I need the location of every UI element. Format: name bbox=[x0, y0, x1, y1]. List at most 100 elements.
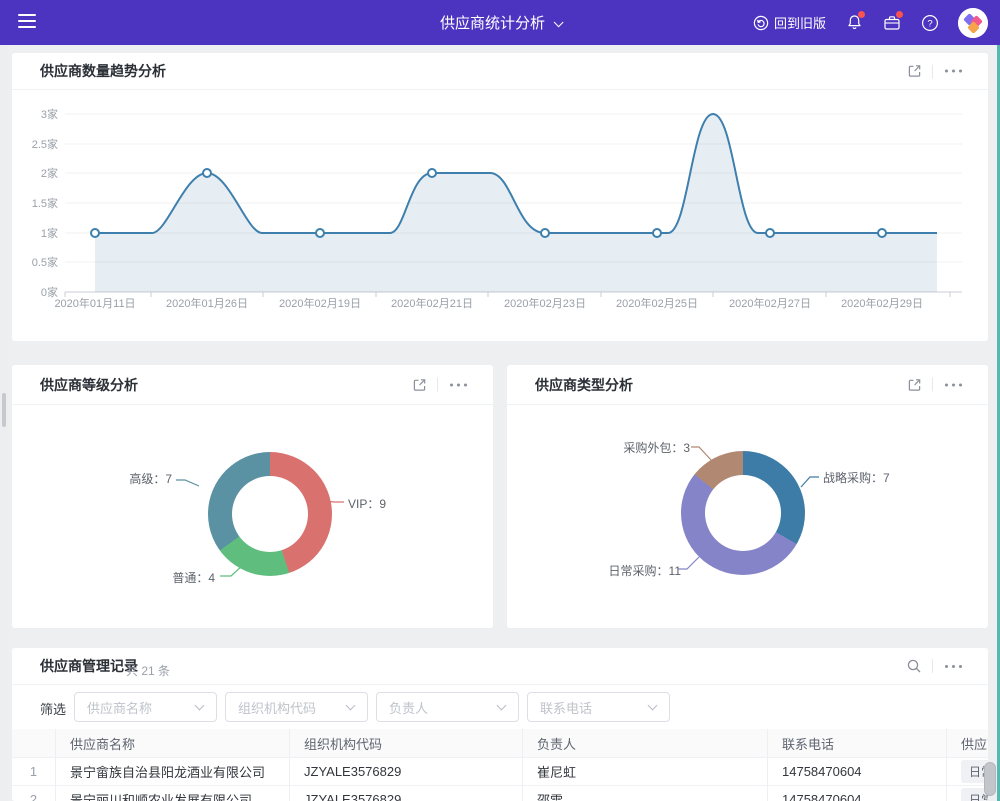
level-callout-gaoji: 高级：7 bbox=[129, 470, 172, 487]
dashboard-page: 供应商统计分析 回到旧版 ? bbox=[0, 0, 1000, 801]
row-supplier-name: 景宁畲族自治县阳龙酒业有限公司 bbox=[56, 758, 290, 785]
avatar-logo-icon bbox=[958, 8, 988, 38]
y-tick: 2.5家 bbox=[32, 137, 58, 151]
supplier-records-card: 供应商管理记录 共 21 条 筛选 供应商名称 组织机构代码 负责人 联系电话 bbox=[12, 648, 988, 801]
type-callout-waibao: 采购外包：3 bbox=[623, 439, 690, 456]
y-tick: 1.5家 bbox=[32, 196, 58, 210]
header-actions: 回到旧版 ? bbox=[753, 0, 988, 45]
export-icon[interactable] bbox=[412, 377, 427, 392]
workbench-badge bbox=[896, 11, 903, 18]
row-phone: 14758470604 bbox=[768, 758, 947, 785]
level-card-title: 供应商等级分析 bbox=[40, 375, 138, 395]
export-icon[interactable] bbox=[907, 64, 922, 79]
row-supplier-type: 日常采购 bbox=[947, 758, 988, 785]
col-phone: 联系电话 bbox=[768, 729, 947, 757]
y-tick: 2家 bbox=[41, 166, 58, 180]
top-header-bar: 供应商统计分析 回到旧版 ? bbox=[0, 0, 1000, 45]
tools-divider bbox=[932, 378, 933, 392]
col-owner: 负责人 bbox=[523, 729, 768, 757]
trend-card-header: 供应商数量趋势分析 bbox=[12, 53, 988, 90]
filter-owner[interactable]: 负责人 bbox=[376, 692, 519, 722]
row-index: 1 bbox=[12, 758, 56, 785]
supplier-trend-card: 供应商数量趋势分析 bbox=[12, 53, 988, 341]
filter-placeholder: 供应商名称 bbox=[87, 698, 196, 717]
chevron-down-icon bbox=[497, 701, 507, 711]
svg-text:?: ? bbox=[927, 18, 932, 29]
chevron-down-icon bbox=[648, 701, 658, 711]
x-tick: 2020年02月29日 bbox=[841, 296, 923, 310]
trend-card-title: 供应商数量趋势分析 bbox=[40, 61, 166, 81]
question-mark-icon: ? bbox=[921, 14, 939, 32]
notification-bell-button[interactable] bbox=[844, 13, 864, 33]
level-callout-putong: 普通：4 bbox=[172, 569, 215, 586]
more-menu-button[interactable] bbox=[943, 661, 964, 672]
supplier-level-card: 供应商等级分析 高级：7 VIP：9 普通：4 bbox=[12, 365, 493, 628]
type-donut-leaders bbox=[507, 405, 988, 628]
y-tick: 1家 bbox=[41, 226, 58, 240]
col-index bbox=[12, 729, 56, 757]
row-owner: 崔尼虹 bbox=[523, 758, 768, 785]
records-card-title: 供应商管理记录 bbox=[40, 656, 138, 676]
row-org-code: JZYALE3576829 bbox=[290, 786, 523, 801]
col-org-code: 组织机构代码 bbox=[290, 729, 523, 757]
table-scrollbar-thumb[interactable] bbox=[984, 762, 996, 796]
level-donut-leaders bbox=[12, 405, 493, 628]
x-tick: 2020年02月25日 bbox=[616, 296, 698, 310]
table-row[interactable]: 1 景宁畲族自治县阳龙酒业有限公司 JZYALE3576829 崔尼虹 1475… bbox=[12, 758, 988, 786]
filter-label: 筛选 bbox=[40, 699, 66, 718]
y-tick: 3家 bbox=[41, 107, 58, 121]
level-callout-vip: VIP：9 bbox=[348, 495, 386, 512]
y-tick: 0.5家 bbox=[32, 255, 58, 269]
export-icon[interactable] bbox=[907, 377, 922, 392]
chevron-down-icon bbox=[554, 17, 564, 27]
tools-divider bbox=[932, 659, 933, 673]
x-tick: 2020年01月26日 bbox=[166, 296, 248, 310]
records-card-header: 供应商管理记录 共 21 条 bbox=[12, 648, 988, 685]
filter-placeholder: 负责人 bbox=[389, 698, 498, 717]
supplier-type-card: 供应商类型分析 采购外包：3 战略采购：7 日常采购：11 bbox=[507, 365, 988, 628]
filter-placeholder: 联系电话 bbox=[540, 698, 649, 717]
user-avatar[interactable] bbox=[958, 8, 988, 38]
notification-badge bbox=[858, 11, 865, 18]
chevron-down-icon bbox=[195, 701, 205, 711]
row-owner: 邵雷 bbox=[523, 786, 768, 801]
chevron-down-icon bbox=[346, 701, 356, 711]
back-to-old-version-label: 回到旧版 bbox=[774, 13, 826, 32]
trend-line-chart: 3家 2.5家 2家 1.5家 1家 0.5家 0家 2020年01月11日 2… bbox=[12, 90, 988, 341]
tools-divider bbox=[932, 64, 933, 78]
filter-phone[interactable]: 联系电话 bbox=[527, 692, 670, 722]
col-supplier-type: 供应商类型 bbox=[947, 729, 988, 757]
workbench-button[interactable] bbox=[882, 13, 902, 33]
more-menu-button[interactable] bbox=[943, 379, 964, 390]
type-card-header: 供应商类型分析 bbox=[507, 365, 988, 405]
x-tick: 2020年02月27日 bbox=[729, 296, 811, 310]
col-supplier-name: 供应商名称 bbox=[56, 729, 290, 757]
back-to-old-version-button[interactable]: 回到旧版 bbox=[753, 13, 826, 32]
row-phone: 14758470604 bbox=[768, 786, 947, 801]
table-row[interactable]: 2 景宁丽川和顺农业发展有限公司 JZYALE3576829 邵雷 147584… bbox=[12, 786, 988, 801]
search-icon[interactable] bbox=[906, 658, 922, 674]
tools-divider bbox=[437, 378, 438, 392]
x-tick: 2020年01月11日 bbox=[54, 296, 135, 310]
y-tick: 0家 bbox=[41, 285, 58, 299]
row-org-code: JZYALE3576829 bbox=[290, 758, 523, 785]
filter-placeholder: 组织机构代码 bbox=[238, 698, 347, 717]
type-callout-zhanlue: 战略采购：7 bbox=[823, 469, 890, 486]
x-tick: 2020年02月23日 bbox=[504, 296, 586, 310]
row-index: 2 bbox=[12, 786, 56, 801]
type-card-title: 供应商类型分析 bbox=[535, 375, 633, 395]
type-callout-richang: 日常采购：11 bbox=[609, 562, 681, 579]
help-button[interactable]: ? bbox=[920, 13, 940, 33]
left-scrollbar-thumb[interactable] bbox=[2, 393, 6, 427]
filter-org-code[interactable]: 组织机构代码 bbox=[225, 692, 368, 722]
row-supplier-type: 日常采购 bbox=[947, 786, 988, 801]
filter-supplier-name[interactable]: 供应商名称 bbox=[74, 692, 217, 722]
records-table: 供应商名称 组织机构代码 负责人 联系电话 供应商类型 1 景宁畲族自治县阳龙酒… bbox=[12, 729, 988, 801]
table-header-row: 供应商名称 组织机构代码 负责人 联系电话 供应商类型 bbox=[12, 729, 988, 758]
row-supplier-name: 景宁丽川和顺农业发展有限公司 bbox=[56, 786, 290, 801]
x-tick: 2020年02月21日 bbox=[391, 296, 473, 310]
more-menu-button[interactable] bbox=[943, 66, 964, 77]
revert-icon bbox=[753, 15, 769, 31]
more-menu-button[interactable] bbox=[448, 379, 469, 390]
records-count: 共 21 条 bbox=[126, 662, 170, 679]
